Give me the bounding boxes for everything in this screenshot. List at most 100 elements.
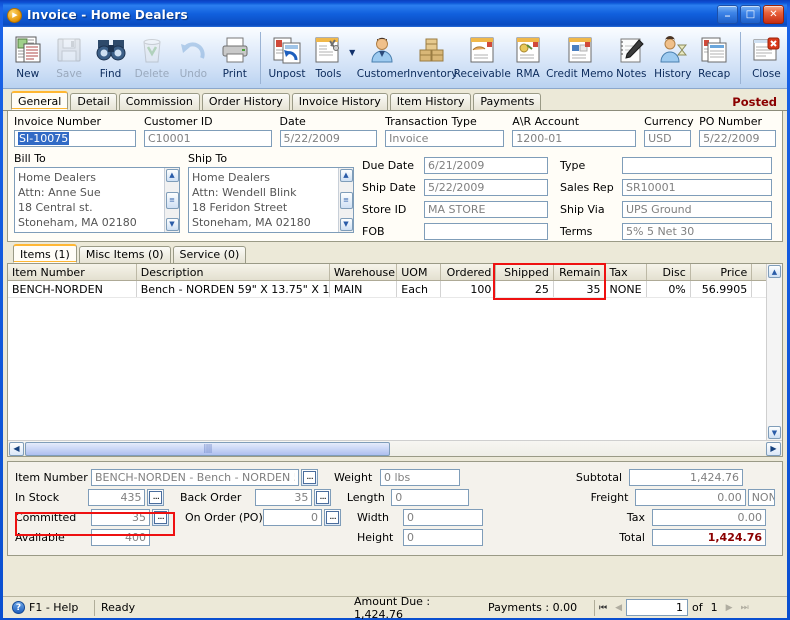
tab-commission[interactable]: Commission [118, 93, 200, 110]
toolbar-new-button[interactable]: New [7, 30, 48, 86]
field-po-number: PO Number 5/22/2009 [699, 115, 776, 147]
toolbar-unpost-button[interactable]: Unpost [266, 30, 307, 86]
item-number-lookup-button[interactable]: ... [301, 468, 318, 486]
grid-col-uom[interactable]: UOM [397, 264, 441, 280]
maximize-button[interactable]: □ [740, 5, 761, 24]
toolbar-delete-button[interactable]: Delete [131, 30, 172, 86]
back-order-input[interactable]: 35 [255, 488, 313, 506]
on-order-po-lookup-button[interactable]: ... [324, 508, 341, 526]
tab-general[interactable]: General [11, 91, 69, 110]
po-number-input[interactable]: 5/22/2009 [699, 130, 776, 147]
tab-items[interactable]: Items (1) [13, 244, 77, 263]
freight-input[interactable]: 0.00 [635, 488, 746, 506]
tab-item-history[interactable]: Item History [389, 93, 472, 110]
customer-id-input[interactable]: C10001 [143, 130, 272, 147]
tab-invoice-history[interactable]: Invoice History [291, 93, 388, 110]
toolbar-inventory-button[interactable]: Inventory [407, 30, 457, 86]
first-record-button[interactable]: ⏮ [595, 603, 611, 613]
grid-col-description[interactable]: Description [137, 264, 330, 280]
committed-lookup-button[interactable]: ... [152, 508, 169, 526]
invoice-number-input[interactable]: SI-10075 [14, 130, 136, 147]
tools-dropdown-chevron-down-icon[interactable]: ▼ [349, 48, 355, 57]
grid-col-ordered[interactable]: Ordered [441, 264, 497, 280]
ar-account-input[interactable]: 1200-01 [512, 130, 637, 147]
ship-to-textarea[interactable]: Home Dealers Attn: Wendell Blink 18 Feri… [188, 167, 354, 233]
toolbar-close-button[interactable]: Close [746, 30, 787, 86]
grid-col-disc[interactable]: Disc [647, 264, 691, 280]
grid-horizontal-scrollbar[interactable]: ◀ |||| ▶ [8, 440, 782, 456]
bill-to-scroll-thumb[interactable]: ≡ [165, 191, 179, 209]
next-record-button[interactable]: ▶ [722, 603, 737, 613]
bill-to-scrollbar[interactable]: ▲ ≡ ▼ [164, 168, 179, 232]
tab-payments[interactable]: Payments [473, 93, 542, 110]
toolbar-history-button[interactable]: History [652, 30, 693, 86]
bill-to-scroll-up-icon[interactable]: ▲ [165, 169, 179, 182]
freight-tax-code-input[interactable]: NON [747, 488, 775, 506]
tax-input[interactable]: 0.00 [652, 508, 766, 526]
terms-input[interactable]: 5% 5 Net 30 [622, 222, 772, 240]
table-row[interactable]: BENCH-NORDEN Bench - NORDEN 59" X 13.75"… [8, 281, 782, 298]
currency-input[interactable]: USD [644, 130, 692, 147]
bill-to-textarea[interactable]: Home Dealers Attn: Anne Sue 18 Central s… [14, 167, 180, 233]
toolbar-receivable-button[interactable]: Receivable [454, 30, 511, 86]
in-stock-lookup-button[interactable]: ... [147, 488, 164, 506]
transaction-type-input[interactable]: Invoice [385, 130, 505, 147]
date-input[interactable]: 5/22/2009 [279, 130, 378, 147]
type-input[interactable] [622, 156, 772, 174]
grid-scroll-left-icon[interactable]: ◀ [9, 441, 24, 456]
toolbar-rma-button[interactable]: RMA [507, 30, 548, 86]
tab-service[interactable]: Service (0) [172, 246, 247, 263]
grid-col-tax[interactable]: Tax [605, 264, 648, 280]
height-input[interactable]: 0 [403, 528, 483, 546]
grid-col-item-number[interactable]: Item Number [8, 264, 137, 280]
ship-to-scroll-down-icon[interactable]: ▼ [339, 218, 353, 231]
minimize-button[interactable]: _ [717, 5, 738, 24]
grid-col-price[interactable]: Price [691, 264, 753, 280]
prev-record-button[interactable]: ◀ [611, 603, 626, 613]
toolbar-customer-button[interactable]: Customer [357, 30, 408, 86]
committed-input[interactable]: 35 [91, 508, 150, 526]
tab-order-history[interactable]: Order History [201, 93, 290, 110]
grid-col-warehouse[interactable]: Warehouse [330, 264, 398, 280]
toolbar-print-button[interactable]: Print [214, 30, 255, 86]
toolbar-credit-memo-label: Credit Memo [546, 68, 614, 80]
ship-to-line-2: Attn: Wendell Blink [192, 186, 297, 199]
fob-input[interactable] [424, 222, 548, 240]
toolbar-find-button[interactable]: Find [90, 30, 131, 86]
grid-col-shipped[interactable]: Shipped [496, 264, 554, 280]
store-id-input[interactable]: MA STORE [424, 200, 548, 218]
ship-via-input[interactable]: UPS Ground [622, 200, 772, 218]
ship-to-scroll-up-icon[interactable]: ▲ [339, 169, 353, 182]
toolbar-notes-button[interactable]: Notes [611, 30, 652, 86]
bill-to-scroll-down-icon[interactable]: ▼ [165, 218, 179, 231]
length-input[interactable]: 0 [391, 488, 469, 506]
back-order-lookup-button[interactable]: ... [314, 488, 331, 506]
grid-scroll-right-icon[interactable]: ▶ [766, 441, 781, 456]
due-date-input[interactable]: 6/21/2009 [424, 156, 548, 174]
toolbar-tools-button[interactable]: Tools [308, 30, 349, 86]
toolbar-undo-button[interactable]: Undo [173, 30, 214, 86]
sales-rep-input[interactable]: SR10001 [622, 178, 772, 196]
grid-vertical-scrollbar[interactable]: ▲ ▼ [766, 264, 782, 440]
grid-scroll-down-icon[interactable]: ▼ [768, 426, 781, 439]
weight-input[interactable]: 0 lbs [380, 468, 460, 486]
close-button[interactable]: ✕ [763, 5, 784, 24]
in-stock-input[interactable]: 435 [88, 488, 146, 506]
page-number-input[interactable]: 1 [626, 599, 689, 616]
toolbar-save-button[interactable]: Save [48, 30, 89, 86]
last-record-button[interactable]: ⏭ [737, 603, 753, 613]
tab-detail[interactable]: Detail [70, 93, 117, 110]
tab-misc-items[interactable]: Misc Items (0) [78, 246, 171, 263]
help-hint[interactable]: ? F1 - Help [6, 599, 94, 616]
ship-to-scrollbar[interactable]: ▲ ≡ ▼ [338, 168, 353, 232]
grid-col-remain[interactable]: Remain [554, 264, 606, 280]
grid-hscroll-thumb[interactable]: |||| [25, 441, 390, 456]
width-input[interactable]: 0 [403, 508, 483, 526]
toolbar-credit-memo-button[interactable]: Credit Memo [546, 30, 614, 86]
toolbar-recap-button[interactable]: Recap [693, 30, 734, 86]
grid-scroll-up-icon[interactable]: ▲ [768, 265, 781, 278]
detail-item-number-input[interactable]: BENCH-NORDEN - Bench - NORDEN 59" X : [91, 468, 299, 486]
on-order-po-input[interactable]: 0 [263, 508, 322, 526]
ship-to-scroll-thumb[interactable]: ≡ [339, 191, 353, 209]
ship-date-input[interactable]: 5/22/2009 [424, 178, 548, 196]
